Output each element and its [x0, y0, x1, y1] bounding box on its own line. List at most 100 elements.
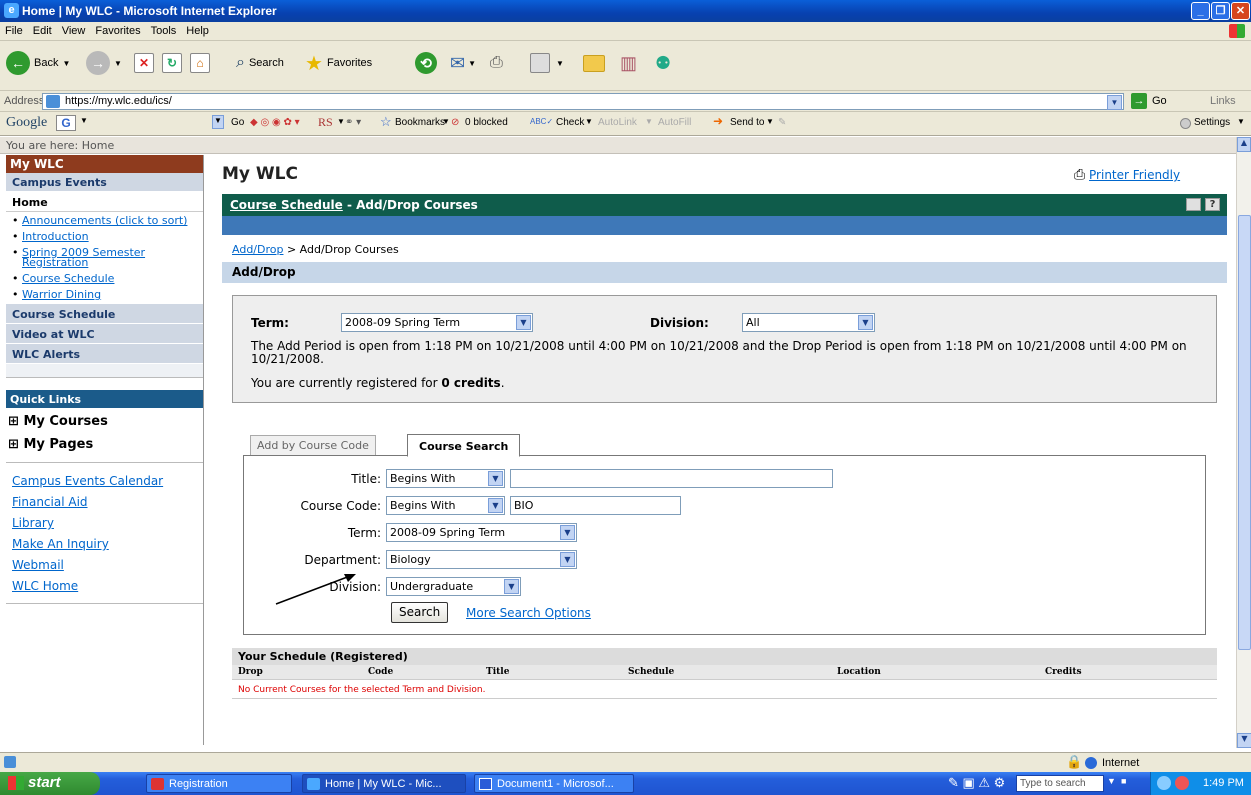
forward-button[interactable]: → ▼: [86, 49, 122, 77]
chevron-down-icon[interactable]: ▼: [1107, 95, 1122, 110]
menu-edit[interactable]: Edit: [28, 22, 57, 37]
quick-link-webmail[interactable]: Webmail: [12, 558, 64, 572]
highlight-icon[interactable]: ✎: [778, 117, 786, 128]
portlet-header: Course Schedule - Add/Drop Courses ?: [222, 194, 1227, 216]
home-button[interactable]: ⌂: [190, 49, 210, 77]
my-pages-node[interactable]: ⊞ My Pages: [6, 429, 203, 452]
window-title-bar[interactable]: e Home | My WLC - Microsoft Internet Exp…: [0, 0, 1251, 22]
maximize-button[interactable]: ❐: [1211, 2, 1230, 20]
history-button[interactable]: ⟲: [415, 49, 437, 77]
course-code-label: Course Code:: [300, 499, 381, 513]
search-division-select[interactable]: Undergraduate ▼: [386, 577, 521, 596]
code-mode-select[interactable]: Begins With ▼: [386, 496, 505, 515]
sidebar-item-course-schedule[interactable]: Course Schedule: [6, 304, 203, 324]
settings-button[interactable]: Settings: [1194, 117, 1230, 128]
edit-button[interactable]: ▼: [530, 49, 564, 77]
address-input[interactable]: https://my.wlc.edu/ics/ ▼: [42, 93, 1124, 110]
title-mode-select[interactable]: Begins With ▼: [386, 469, 505, 488]
printer-friendly-link[interactable]: ⎙ Printer Friendly: [1074, 167, 1180, 183]
link-icon[interactable]: ⚭ ▾: [345, 117, 361, 128]
autofill-button[interactable]: AutoFill: [658, 117, 691, 128]
quick-link-campus-events-calendar[interactable]: Campus Events Calendar: [12, 474, 163, 488]
course-schedule-link[interactable]: Course Schedule: [230, 198, 343, 212]
help-icon[interactable]: ?: [1205, 198, 1220, 211]
send-to-button[interactable]: Send to: [730, 117, 764, 128]
search-button[interactable]: Search: [391, 602, 449, 623]
tray-icons[interactable]: ✎ ▣ ⚠ ⚙: [948, 775, 1005, 791]
sidebar-link-course-schedule[interactable]: Course Schedule: [22, 273, 114, 284]
sidebar-link-spring-registration[interactable]: Spring 2009 Semester Registration: [22, 247, 192, 268]
go-button[interactable]: Go: [1152, 95, 1167, 107]
tab-add-by-course-code[interactable]: Add by Course Code: [250, 435, 376, 455]
antivirus-icon[interactable]: [1175, 776, 1189, 790]
autolink-button[interactable]: AutoLink: [598, 117, 637, 128]
sidebar-item-alerts[interactable]: WLC Alerts: [6, 344, 203, 364]
print-button[interactable]: ⎙: [490, 49, 503, 77]
menu-tools[interactable]: Tools: [146, 22, 182, 37]
stop-button[interactable]: ✕: [134, 49, 154, 77]
menu-file[interactable]: File: [0, 22, 28, 37]
division-select[interactable]: All ▼: [742, 313, 875, 332]
my-courses-node[interactable]: ⊞ My Courses: [6, 408, 203, 429]
sidebar-item-campus-events[interactable]: Campus Events: [6, 173, 203, 192]
scroll-down-button[interactable]: ▼: [1237, 733, 1251, 748]
search-button[interactable]: ⌕ Search: [236, 49, 284, 77]
links-button[interactable]: Links: [1210, 95, 1236, 107]
term-select[interactable]: 2008-09 Spring Term ▼: [341, 313, 533, 332]
back-button[interactable]: ← Back ▼: [6, 49, 70, 77]
sidebar-link-warrior-dining[interactable]: Warrior Dining: [22, 289, 101, 300]
go-arrow-icon[interactable]: →: [1131, 93, 1147, 109]
bookmarks-button[interactable]: Bookmarks: [395, 117, 445, 128]
home-links: • Announcements (click to sort) • Introduc…: [6, 212, 203, 304]
google-go-button[interactable]: Go: [231, 117, 244, 128]
department-select[interactable]: Biology ▼: [386, 550, 577, 569]
task-registration[interactable]: Registration: [146, 774, 292, 793]
google-options-icons[interactable]: ◆ ◎ ◉ ✿ ▾: [250, 117, 300, 128]
quick-link-make-an-inquiry[interactable]: Make An Inquiry: [12, 537, 109, 551]
blocked-counter[interactable]: 0 blocked: [465, 117, 508, 128]
rs-button[interactable]: RS: [318, 115, 333, 130]
sidebar-link-introduction[interactable]: Introduction: [22, 231, 89, 242]
search-term-select[interactable]: 2008-09 Spring Term ▼: [386, 523, 577, 542]
tab-course-search[interactable]: Course Search: [407, 434, 521, 457]
col-title: Title: [486, 667, 510, 677]
scroll-thumb[interactable]: [1238, 215, 1251, 650]
task-word-document[interactable]: Document1 - Microsof...: [474, 774, 634, 793]
desktop-icon[interactable]: ■: [1121, 776, 1126, 786]
scroll-up-button[interactable]: ▲: [1237, 137, 1251, 152]
quick-link-wlc-home[interactable]: WLC Home: [12, 579, 78, 593]
sidebar-link-announcements[interactable]: Announcements (click to sort): [22, 215, 192, 226]
start-button[interactable]: start: [0, 772, 100, 795]
more-search-options-link[interactable]: More Search Options: [466, 606, 591, 620]
refresh-button[interactable]: ↻: [162, 49, 182, 77]
vertical-scrollbar[interactable]: ▲ ▼: [1236, 137, 1251, 748]
edit-portlet-icon[interactable]: [1186, 198, 1201, 211]
menu-help[interactable]: Help: [181, 22, 214, 37]
mail-button[interactable]: ✉ ▼: [450, 49, 476, 77]
google-search-dropdown[interactable]: ▼: [212, 115, 224, 129]
breadcrumb-add-drop-link[interactable]: Add/Drop: [232, 243, 283, 256]
favorites-button[interactable]: ★ Favorites: [305, 49, 372, 77]
title-input[interactable]: [510, 469, 833, 488]
minimize-button[interactable]: _: [1191, 2, 1210, 20]
taskbar-search-input[interactable]: Type to search: [1016, 775, 1104, 792]
network-icon[interactable]: [1157, 776, 1171, 790]
menu-view[interactable]: View: [57, 22, 91, 37]
quick-link-library[interactable]: Library: [12, 516, 54, 530]
close-button[interactable]: ✕: [1231, 2, 1250, 20]
chevron-down-icon: ▼: [858, 315, 873, 330]
sidebar-item-home[interactable]: Home: [6, 192, 203, 212]
check-button[interactable]: Check: [556, 117, 584, 128]
quick-link-financial-aid[interactable]: Financial Aid: [12, 495, 88, 509]
google-g-button[interactable]: G: [56, 115, 76, 131]
messenger-button[interactable]: ⚉: [655, 49, 671, 77]
research-button[interactable]: ▥: [620, 49, 637, 77]
search-dropdown-icon[interactable]: ▼: [1107, 776, 1116, 786]
course-code-input[interactable]: BIO: [510, 496, 681, 515]
folder-button[interactable]: [583, 49, 605, 77]
messenger-icon: ⚉: [655, 52, 672, 73]
task-internet-explorer[interactable]: Home | My WLC - Mic...: [302, 774, 466, 793]
menu-favorites[interactable]: Favorites: [90, 22, 145, 37]
chevron-down-icon: ▼: [560, 525, 575, 540]
sidebar-item-video[interactable]: Video at WLC: [6, 324, 203, 344]
